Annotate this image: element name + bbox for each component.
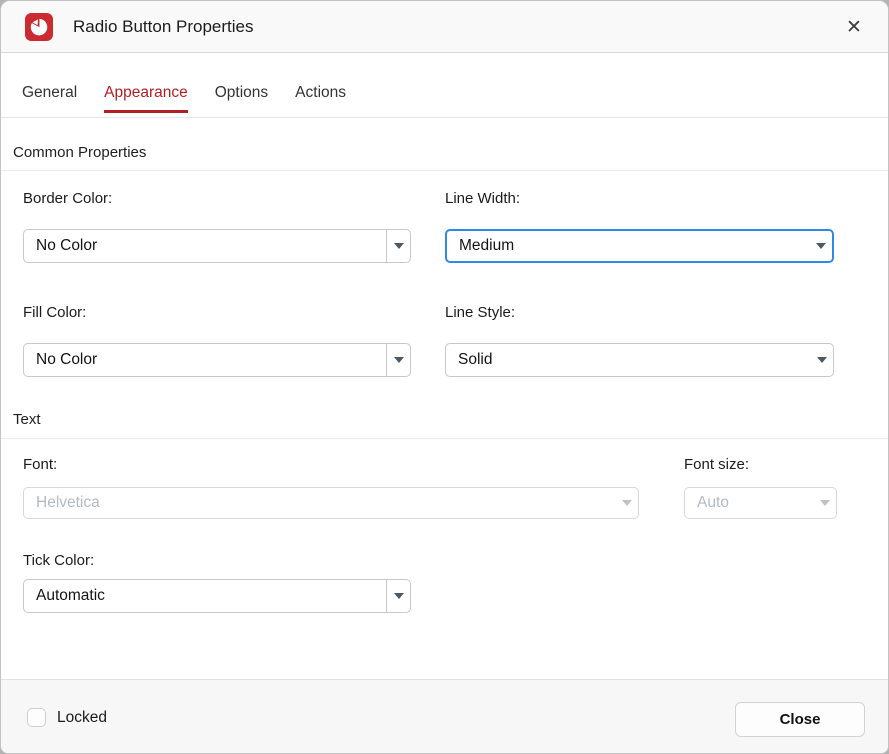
line-width-arrow-button[interactable] bbox=[809, 231, 832, 261]
font-size-label: Font size: bbox=[684, 456, 749, 473]
tick-color-value: Automatic bbox=[24, 580, 386, 612]
app-logo-icon bbox=[25, 13, 53, 41]
font-value: Helvetica bbox=[24, 488, 615, 518]
line-width-value: Medium bbox=[447, 231, 809, 261]
chevron-down-icon bbox=[394, 243, 404, 249]
chevron-down-icon bbox=[816, 243, 826, 249]
line-style-value: Solid bbox=[446, 344, 810, 376]
tab-bar: General Appearance Options Actions bbox=[1, 54, 888, 118]
tick-color-label: Tick Color: bbox=[23, 552, 94, 569]
titlebar: Radio Button Properties ✕ bbox=[1, 1, 888, 53]
radio-button-properties-dialog: Radio Button Properties ✕ General Appear… bbox=[0, 0, 889, 754]
font-size-value: Auto bbox=[685, 488, 813, 518]
chevron-down-icon bbox=[394, 357, 404, 363]
line-style-arrow-button[interactable] bbox=[810, 344, 833, 376]
font-label: Font: bbox=[23, 456, 57, 473]
section-divider bbox=[1, 438, 888, 439]
chevron-down-icon bbox=[820, 500, 830, 506]
tab-appearance[interactable]: Appearance bbox=[104, 84, 188, 113]
border-color-arrow-button[interactable] bbox=[386, 230, 410, 262]
font-size-dropdown: Auto bbox=[684, 487, 837, 519]
common-properties-heading: Common Properties bbox=[13, 144, 146, 161]
fill-color-label: Fill Color: bbox=[23, 304, 86, 321]
close-button[interactable]: Close bbox=[735, 702, 865, 737]
chevron-down-icon bbox=[817, 357, 827, 363]
line-width-label: Line Width: bbox=[445, 190, 520, 207]
chevron-down-icon bbox=[394, 593, 404, 599]
tick-color-dropdown[interactable]: Automatic bbox=[23, 579, 411, 613]
footer-bar: Locked Close bbox=[1, 679, 888, 754]
line-width-dropdown[interactable]: Medium bbox=[445, 229, 834, 263]
window-title: Radio Button Properties bbox=[73, 1, 254, 53]
line-style-label: Line Style: bbox=[445, 304, 515, 321]
font-size-arrow-button bbox=[813, 488, 836, 518]
tab-options[interactable]: Options bbox=[215, 84, 268, 113]
chevron-down-icon bbox=[622, 500, 632, 506]
section-divider bbox=[1, 170, 888, 171]
tick-color-arrow-button[interactable] bbox=[386, 580, 410, 612]
border-color-dropdown[interactable]: No Color bbox=[23, 229, 411, 263]
fill-color-arrow-button[interactable] bbox=[386, 344, 410, 376]
fill-color-value: No Color bbox=[24, 344, 386, 376]
fill-color-dropdown[interactable]: No Color bbox=[23, 343, 411, 377]
font-dropdown: Helvetica bbox=[23, 487, 639, 519]
border-color-label: Border Color: bbox=[23, 190, 112, 207]
border-color-value: No Color bbox=[24, 230, 386, 262]
locked-label: Locked bbox=[57, 708, 107, 727]
font-arrow-button bbox=[615, 488, 638, 518]
tab-general[interactable]: General bbox=[22, 84, 77, 113]
tab-actions[interactable]: Actions bbox=[295, 84, 346, 113]
line-style-dropdown[interactable]: Solid bbox=[445, 343, 834, 377]
close-icon[interactable]: ✕ bbox=[832, 1, 876, 53]
locked-checkbox[interactable] bbox=[27, 708, 46, 727]
text-heading: Text bbox=[13, 411, 41, 428]
